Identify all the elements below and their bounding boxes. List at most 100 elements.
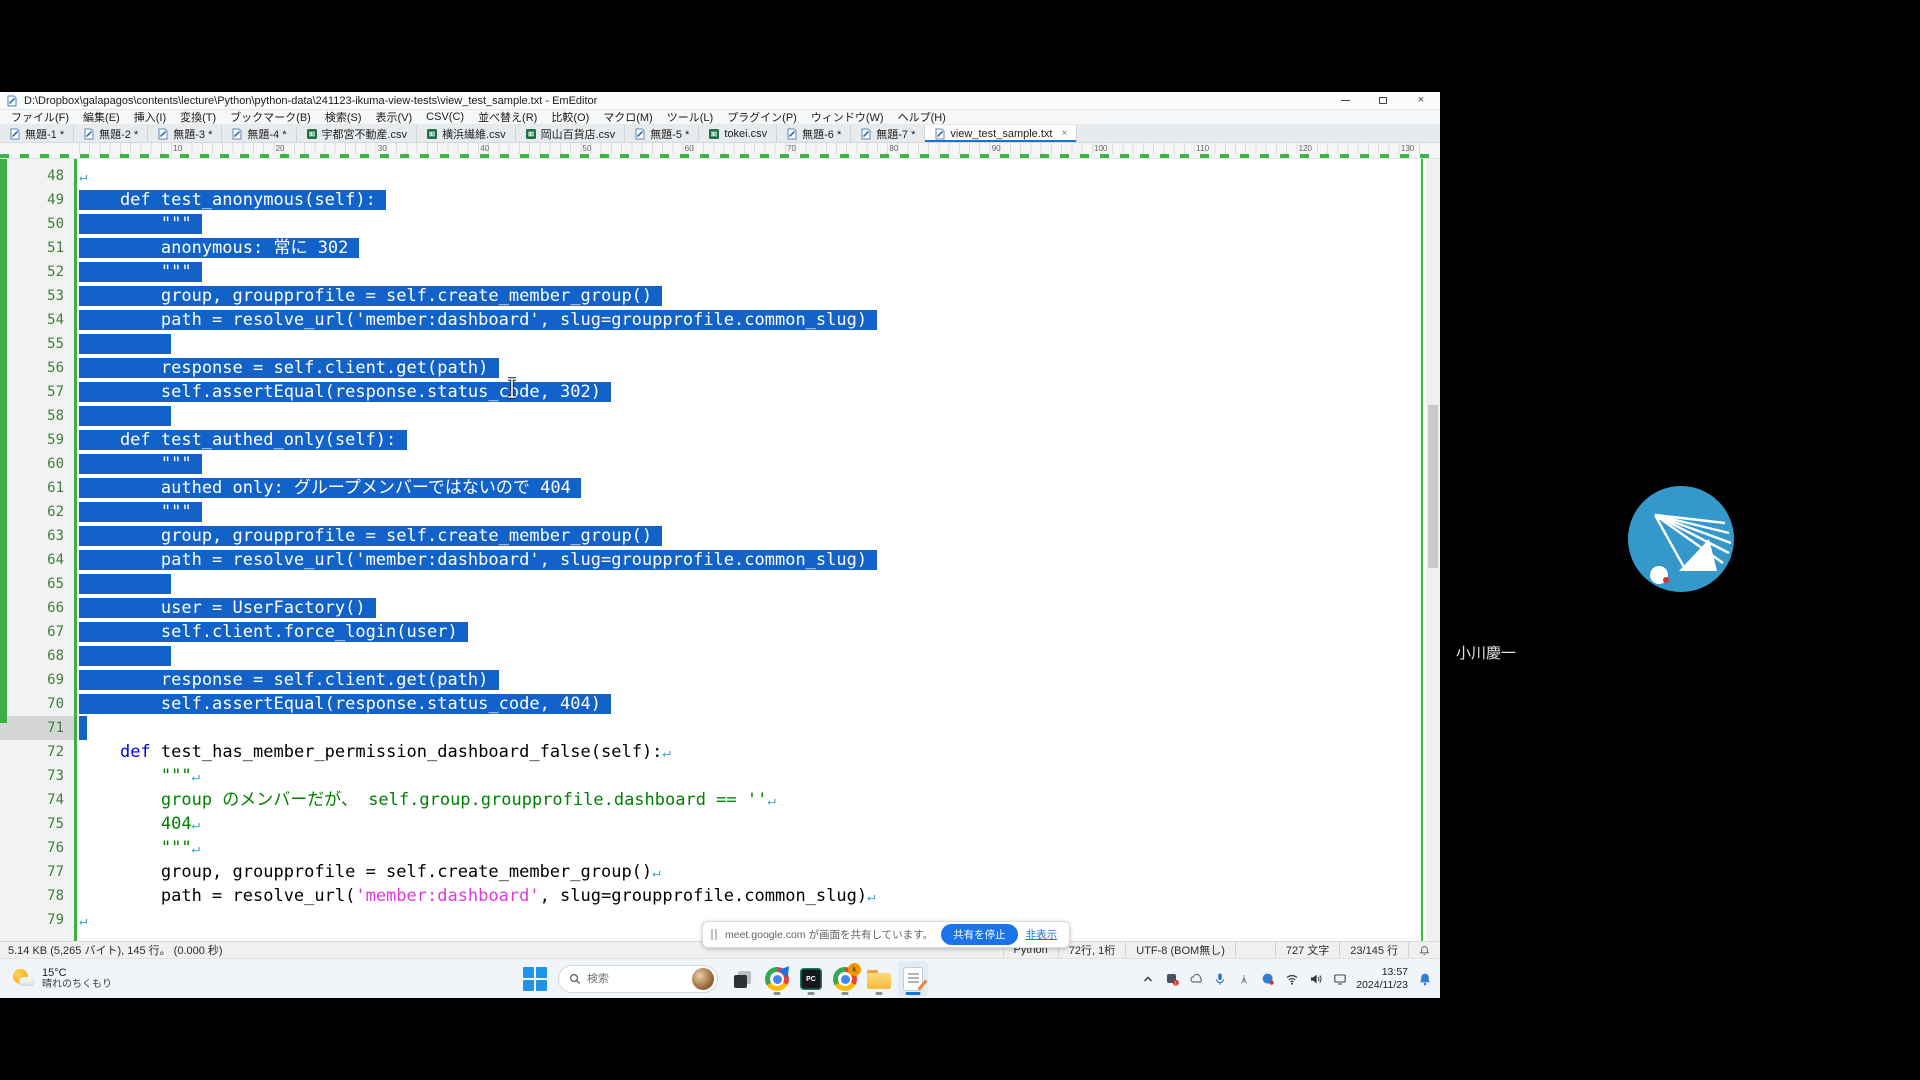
menu-item-比較[interactable]: 比較(O)	[544, 109, 596, 125]
notification-bell-icon[interactable]	[1417, 972, 1432, 987]
chevron-up-icon[interactable]	[1140, 972, 1155, 987]
stop-sharing-button[interactable]: 共有を停止	[941, 924, 1018, 945]
line-number: 53	[0, 284, 64, 308]
return-mark-icon: ↵	[867, 889, 875, 905]
chrome-meet-taskbar-icon[interactable]	[762, 961, 792, 997]
line-number: 79	[0, 908, 64, 932]
tab-label: 岡山百貨店.csv	[541, 126, 616, 142]
tab-label: 無題-6 *	[802, 126, 841, 142]
vertical-scrollbar[interactable]	[1426, 159, 1440, 941]
menu-item-ヘルプ[interactable]: ヘルプ(H)	[891, 109, 953, 125]
scrollbar-thumb[interactable]	[1428, 405, 1438, 568]
menu-item-並べ替え[interactable]: 並べ替え(R)	[471, 109, 544, 125]
code-segment: user = UserFactory()	[79, 598, 376, 618]
search-input[interactable]	[587, 973, 677, 985]
taskbar-search[interactable]	[558, 965, 718, 993]
status-bell-icon[interactable]	[1408, 942, 1440, 958]
line-number: 52	[0, 260, 64, 284]
code-segment: """	[161, 766, 192, 786]
tab-無題-5[interactable]: 無題-5 *	[625, 125, 699, 142]
drag-handle-icon[interactable]	[711, 929, 717, 940]
ruler-label-60: 60	[685, 144, 694, 153]
tab-tokei.csv[interactable]: tokei.csv	[699, 125, 777, 142]
speaker-icon[interactable]	[1308, 972, 1323, 987]
wifi-icon[interactable]	[1284, 972, 1299, 987]
tab-無題-1[interactable]: 無題-1 *	[0, 125, 74, 142]
svg-text:1: 1	[1174, 981, 1177, 986]
code-line-56: 56 response = self.client.get(path)	[0, 356, 1440, 380]
tab-無題-4[interactable]: 無題-4 *	[222, 125, 296, 142]
chrome-profile-taskbar-icon[interactable]: k	[830, 961, 860, 997]
return-mark-icon: ↵	[79, 169, 87, 185]
menu-item-検索[interactable]: 検索(S)	[318, 109, 369, 125]
tab-宇都宮不動産.csv[interactable]: 宇都宮不動産.csv	[297, 125, 418, 142]
tab-view_test_sample.txt[interactable]: view_test_sample.txt×	[925, 125, 1077, 142]
search-daily-image[interactable]	[692, 968, 714, 990]
tab-無題-3[interactable]: 無題-3 *	[148, 125, 222, 142]
code-segment: 404	[161, 814, 192, 834]
ruler-label-50: 50	[583, 144, 592, 153]
document-icon	[9, 128, 21, 140]
line-number: 63	[0, 524, 64, 548]
menu-item-編集[interactable]: 編集(E)	[76, 109, 127, 125]
onedrive-cloud-icon[interactable]	[1188, 972, 1203, 987]
menu-item-プラグイン[interactable]: プラグイン(P)	[720, 109, 804, 125]
menu-item-ファイル[interactable]: ファイル(F)	[4, 109, 76, 125]
start-button[interactable]	[522, 966, 548, 992]
notepad-taskbar-icon[interactable]	[898, 961, 928, 997]
weather-widget[interactable]: 15°C 晴れのちくもり	[0, 967, 200, 991]
ruler-label-30: 30	[378, 144, 387, 153]
code-line-text	[79, 572, 171, 596]
pycharm-taskbar-icon[interactable]: PC	[796, 961, 826, 997]
close-button[interactable]: ×	[1402, 92, 1440, 109]
network-icon[interactable]	[1260, 972, 1275, 987]
code-segment	[79, 334, 171, 354]
return-mark-icon: ↵	[662, 745, 670, 761]
menu-item-マクロ[interactable]: マクロ(M)	[596, 109, 660, 125]
code-line-text: anonymous: 常に 302	[79, 236, 359, 260]
tab-無題-6[interactable]: 無題-6 *	[777, 125, 851, 142]
tab-close-icon[interactable]: ×	[1061, 128, 1067, 139]
file-explorer-taskbar-icon[interactable]	[864, 961, 894, 997]
participant-logo	[1625, 483, 1737, 595]
menu-item-ブックマーク[interactable]: ブックマーク(B)	[223, 109, 318, 125]
minimize-button[interactable]	[1326, 92, 1364, 109]
hide-banner-link[interactable]: 非表示	[1026, 927, 1058, 942]
document-icon	[786, 128, 798, 140]
menu-item-変換[interactable]: 変換(T)	[173, 109, 223, 125]
antenna-icon[interactable]	[1236, 972, 1251, 987]
code-line-text: response = self.client.get(path)	[79, 668, 499, 692]
code-line-text: group, groupprofile = self.create_member…	[79, 524, 662, 548]
document-icon	[157, 128, 169, 140]
cast-icon[interactable]	[1332, 972, 1347, 987]
maximize-button[interactable]	[1364, 92, 1402, 109]
line-number: 62	[0, 500, 64, 524]
code-line-78: 78 path = resolve_url('member:dashboard'…	[0, 884, 1440, 908]
menu-item-挿入[interactable]: 挿入(I)	[127, 109, 173, 125]
tab-無題-2[interactable]: 無題-2 *	[74, 125, 148, 142]
menu-item-ツール[interactable]: ツール(L)	[660, 109, 720, 125]
code-segment	[79, 646, 171, 666]
code-line-text: group のメンバーだが、 self.group.groupprofile.d…	[79, 788, 776, 813]
editor-text-area[interactable]: 48↵49 def test_anonymous(self): 50 """ 5…	[0, 159, 1440, 941]
code-segment	[79, 790, 161, 810]
weather-temp: 15°C	[42, 967, 112, 979]
taskbar-clock[interactable]: 13:57 2024/11/23	[1356, 966, 1408, 992]
menu-item-ウィンドウ[interactable]: ウィンドウ(W)	[804, 109, 891, 125]
code-line-58: 58	[0, 404, 1440, 428]
app-badge-icon[interactable]: 1	[1164, 972, 1179, 987]
menu-item-表示[interactable]: 表示(V)	[369, 109, 420, 125]
code-line-53: 53 group, groupprofile = self.create_mem…	[0, 284, 1440, 308]
microphone-icon[interactable]	[1212, 972, 1227, 987]
code-line-59: 59 def test_authed_only(self):	[0, 428, 1440, 452]
code-segment: path = resolve_url(	[79, 886, 355, 906]
tab-無題-7[interactable]: 無題-7 *	[851, 125, 925, 142]
menu-item-CSV[interactable]: CSV(C)	[419, 111, 471, 123]
status-encoding[interactable]: UTF-8 (BOM無し)	[1125, 942, 1235, 958]
code-segment: group, groupprofile = self.create_member…	[79, 286, 662, 306]
tab-横浜繊維.csv[interactable]: 横浜繊維.csv	[417, 125, 516, 142]
ruler-label-130: 130	[1401, 144, 1414, 153]
ruler-label-120: 120	[1299, 144, 1312, 153]
tab-岡山百貨店.csv[interactable]: 岡山百貨店.csv	[516, 125, 626, 142]
task-view-taskbar-icon[interactable]	[728, 961, 758, 997]
